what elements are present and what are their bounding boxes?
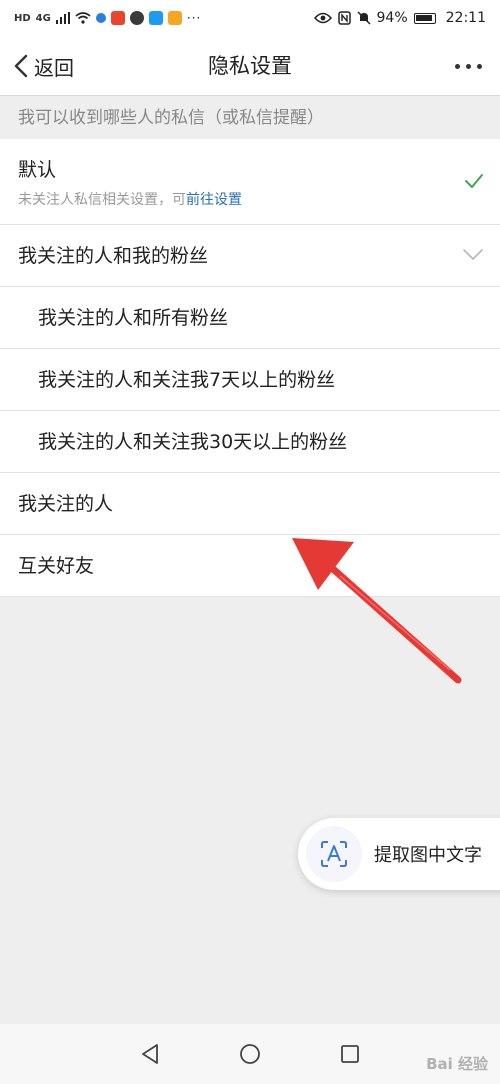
option-label: 我关注的人和所有粉丝	[38, 307, 229, 329]
status-bar: HD 4G ··· 94% 22:11	[0, 0, 500, 36]
more-dot-icon	[455, 63, 460, 69]
check-icon	[465, 174, 483, 188]
option-mutual-friends[interactable]: 互关好友	[0, 535, 500, 597]
nav-back-button[interactable]	[130, 1034, 170, 1074]
option-default[interactable]: 默认 未关注人私信相关设置，可前往设置	[0, 139, 500, 225]
option-follow-and-fans-7-days[interactable]: 我关注的人和关注我7天以上的粉丝	[0, 349, 500, 411]
option-label: 互关好友	[18, 555, 95, 577]
square-recents-icon	[341, 1045, 359, 1063]
status-left: HD 4G ···	[14, 11, 201, 25]
app-notification-icon	[167, 11, 182, 25]
app-notification-icon	[95, 13, 106, 23]
status-right: 94% 22:11	[313, 10, 486, 26]
extract-text-label: 提取图中文字	[374, 845, 482, 866]
option-follow-and-all-fans[interactable]: 我关注的人和所有粉丝	[0, 287, 500, 349]
app-notification-icon	[110, 11, 125, 25]
app-notification-icon	[129, 11, 144, 25]
eye-icon	[313, 12, 332, 24]
chevron-left-icon	[14, 54, 28, 78]
message-permission-list: 默认 未关注人私信相关设置，可前往设置 我关注的人和我的粉丝 我关注的人和所有粉…	[0, 139, 500, 597]
nfc-icon	[337, 11, 351, 25]
clock: 22:11	[445, 10, 486, 26]
goto-settings-link[interactable]: 前往设置	[186, 192, 242, 208]
option-description-text: 未关注人私信相关设置，可	[18, 192, 186, 208]
signal-icon	[55, 12, 70, 24]
option-following[interactable]: 我关注的人	[0, 473, 500, 535]
mute-icon	[356, 11, 371, 25]
option-label: 默认	[18, 159, 57, 181]
option-label: 我关注的人和关注我30天以上的粉丝	[38, 431, 348, 453]
watermark: Bai 经验	[426, 1055, 488, 1073]
back-label: 返回	[34, 55, 74, 80]
extract-text-button[interactable]: 提取图中文字	[298, 818, 500, 890]
nav-home-button[interactable]	[230, 1034, 270, 1074]
option-label: 我关注的人	[18, 493, 114, 515]
battery-icon	[413, 12, 436, 24]
nav-recents-button[interactable]	[330, 1034, 370, 1074]
ocr-icon-wrap	[306, 826, 362, 882]
more-options-button[interactable]	[455, 36, 482, 96]
option-follow-and-fans-30-days[interactable]: 我关注的人和关注我30天以上的粉丝	[0, 411, 500, 473]
section-header: 我可以收到哪些人的私信（或私信提醒）	[0, 97, 500, 139]
option-follow-and-fans[interactable]: 我关注的人和我的粉丝	[0, 225, 500, 287]
wifi-icon	[75, 12, 91, 24]
more-notifications-icon: ···	[186, 11, 202, 25]
app-notification-icon	[148, 11, 163, 25]
circle-home-icon	[240, 1044, 260, 1064]
triangle-back-icon	[142, 1044, 158, 1064]
top-nav-bar: 返回 隐私设置	[0, 36, 500, 96]
option-label: 我关注的人和关注我7天以上的粉丝	[38, 369, 336, 391]
chevron-down-icon	[463, 249, 483, 260]
more-dot-icon	[466, 63, 471, 69]
page-title: 隐私设置	[208, 54, 292, 78]
option-label: 我关注的人和我的粉丝	[18, 245, 209, 267]
network-type: 4G	[35, 12, 51, 24]
more-dot-icon	[477, 63, 482, 69]
battery-percent: 94%	[376, 10, 408, 26]
system-navigation-bar	[0, 1024, 500, 1084]
hd-indicator: HD	[14, 12, 31, 24]
back-button[interactable]: 返回	[14, 36, 74, 96]
text-scan-icon	[321, 841, 347, 867]
option-description: 未关注人私信相关设置，可前往设置	[18, 189, 242, 209]
